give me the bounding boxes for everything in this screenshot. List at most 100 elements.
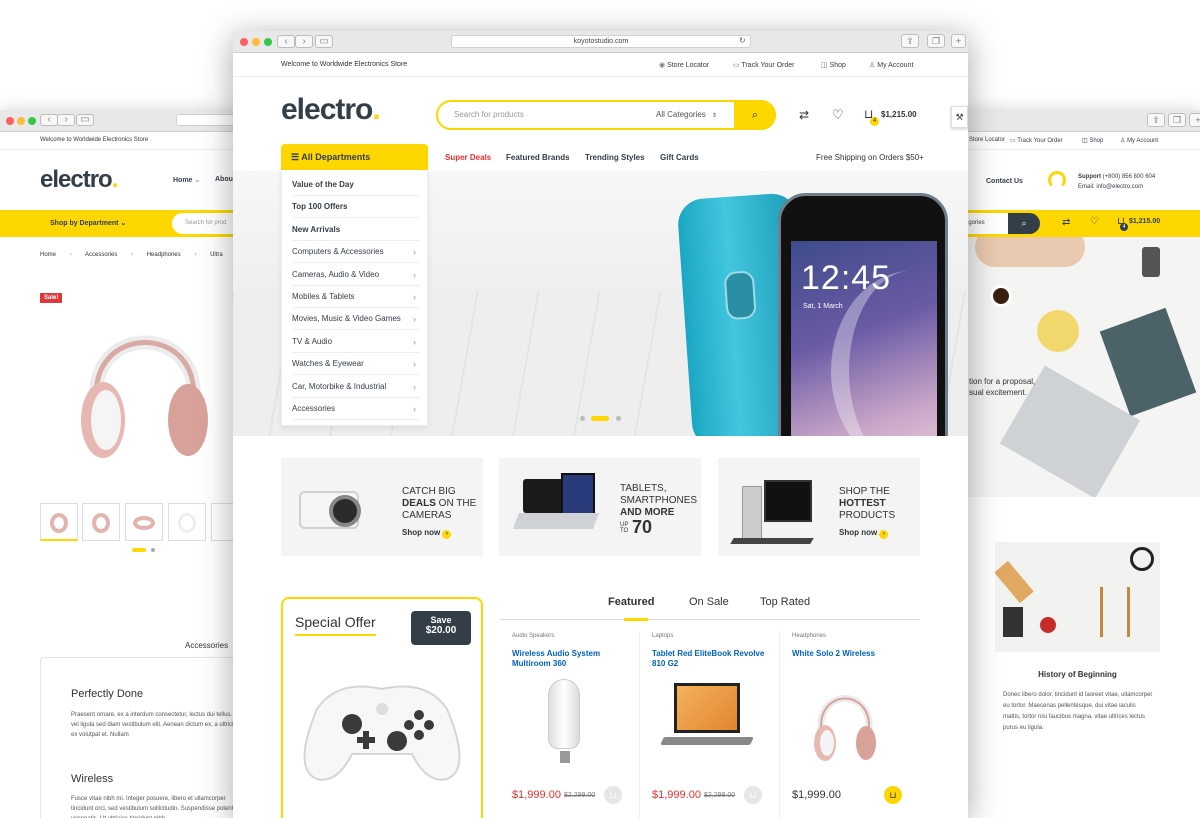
promo-hottest[interactable]: SHOP THE HOTTEST PRODUCTS Shop now ›: [718, 458, 920, 556]
category-item[interactable]: Computers & Accessories ›: [292, 241, 420, 264]
compare-icon[interactable]: ⇄: [799, 108, 809, 122]
product-category[interactable]: Headphones: [792, 633, 826, 639]
product-category[interactable]: Laptops: [652, 633, 673, 639]
track-order-link[interactable]: ▭ Track Your Order: [733, 61, 795, 69]
nav-gift-cards[interactable]: Gift Cards: [660, 153, 699, 162]
logo[interactable]: electro.: [40, 166, 118, 194]
shop-link[interactable]: ◫ Shop: [821, 61, 846, 69]
minimize-dot[interactable]: [17, 117, 25, 125]
add-to-cart-button[interactable]: ⊔: [884, 786, 902, 804]
category-item[interactable]: Watches & Eyewear ›: [292, 353, 420, 376]
slider-dot-active[interactable]: [132, 548, 146, 552]
product-card[interactable]: Headphones White Solo 2 Wireless $1,999.…: [780, 631, 920, 818]
thumbnail[interactable]: [40, 503, 78, 541]
share-icon[interactable]: ⇪: [901, 34, 919, 48]
breadcrumb-headphones[interactable]: Headphones: [147, 252, 181, 258]
slider-dot[interactable]: [151, 548, 155, 552]
nav-contact-us[interactable]: Contact Us: [986, 178, 1023, 185]
sidebar-icon[interactable]: ▭: [315, 35, 333, 48]
store-locator-link[interactable]: Store Locator: [969, 137, 1005, 143]
thumbnail[interactable]: [82, 503, 120, 541]
forward-button[interactable]: ›: [57, 114, 75, 126]
wishlist-icon[interactable]: ♡: [832, 107, 844, 123]
my-account-link[interactable]: ♙ My Account: [1120, 137, 1158, 144]
back-button[interactable]: ‹: [277, 35, 295, 48]
settings-wrench-icon[interactable]: ⚒: [951, 106, 968, 128]
breadcrumb-home[interactable]: Home: [40, 252, 56, 258]
tab-on-sale[interactable]: On Sale: [689, 596, 729, 608]
promo-tablets[interactable]: TABLETS, SMARTPHONES AND MORE UP TO 70: [499, 458, 701, 556]
url-bar[interactable]: koyotostudio.com: [451, 35, 751, 48]
tab-featured[interactable]: Featured: [608, 596, 654, 608]
category-item[interactable]: Value of the Day: [292, 174, 420, 196]
back-button[interactable]: ‹: [40, 114, 58, 126]
slider-dot[interactable]: [616, 416, 621, 421]
my-account-link[interactable]: ♙ My Account: [869, 61, 913, 69]
category-item[interactable]: Mobiles & Tablets ›: [292, 286, 420, 308]
thumbnail[interactable]: [125, 503, 163, 541]
minimize-dot[interactable]: [252, 38, 260, 46]
breadcrumb-current: Ultra: [210, 252, 223, 258]
new-tab-icon[interactable]: +: [1189, 113, 1200, 127]
slider-dot[interactable]: [580, 416, 585, 421]
close-dot[interactable]: [240, 38, 248, 46]
sidebar-icon[interactable]: ▭: [76, 114, 94, 126]
shop-by-department-button[interactable]: Shop by Department ⌄: [50, 219, 126, 227]
promo-cameras[interactable]: CATCH BIG DEALS ON THE CAMERAS Shop now …: [281, 458, 483, 556]
product-name[interactable]: Wireless Audio System Multiroom 360: [512, 649, 627, 669]
nav-trending-styles[interactable]: Trending Styles: [585, 153, 645, 162]
track-order-link[interactable]: ▭ Track Your Order: [1010, 137, 1063, 144]
all-departments-button[interactable]: ☰ All Departments: [281, 144, 428, 170]
category-item[interactable]: Car, Motorbike & Industrial ›: [292, 376, 420, 398]
shop-link[interactable]: ◫ Shop: [1082, 137, 1103, 144]
nav-super-deals[interactable]: Super Deals: [445, 153, 491, 162]
reload-icon[interactable]: ↻: [739, 36, 746, 45]
category-item[interactable]: Movies, Music & Video Games ›: [292, 308, 420, 331]
product-name[interactable]: White Solo 2 Wireless: [792, 649, 907, 659]
slider-dot-active[interactable]: [591, 416, 609, 421]
search-button[interactable]: ⌕: [1008, 213, 1040, 234]
search-input[interactable]: Search for prod: [172, 213, 240, 234]
shop-now-link[interactable]: Shop now ›: [402, 528, 452, 539]
zoom-dot[interactable]: [264, 38, 272, 46]
product-old-price: $2,299.00: [704, 792, 736, 799]
nav-featured-brands[interactable]: Featured Brands: [506, 153, 570, 162]
search-input[interactable]: Search for products: [454, 110, 524, 119]
compare-icon[interactable]: ⇄: [1062, 217, 1070, 228]
logo[interactable]: electro.: [281, 93, 381, 127]
product-card[interactable]: Audio Speakers Wireless Audio System Mul…: [500, 631, 640, 818]
store-locator-link[interactable]: ◉ Store Locator: [659, 61, 709, 69]
product-card[interactable]: Laptops Tablet Red EliteBook Revolve 810…: [640, 631, 780, 818]
nav-home[interactable]: Home ⌄: [173, 176, 200, 184]
category-item[interactable]: Cameras, Audio & Video ›: [292, 264, 420, 286]
nav-about[interactable]: Abou: [215, 176, 233, 183]
new-tab-icon[interactable]: +: [951, 34, 966, 48]
thumbnail[interactable]: [168, 503, 206, 541]
headset-icon: [1048, 171, 1066, 189]
zoom-dot[interactable]: [28, 117, 36, 125]
search-button[interactable]: ⌕: [734, 100, 776, 130]
url-bar[interactable]: [176, 114, 240, 126]
shop-now-link[interactable]: Shop now ›: [839, 528, 889, 539]
breadcrumb-accessories[interactable]: Accessories: [85, 252, 117, 258]
category-item[interactable]: TV & Audio ›: [292, 331, 420, 353]
add-to-cart-button[interactable]: ⊔: [744, 786, 762, 804]
product-category[interactable]: Audio Speakers: [512, 633, 554, 639]
add-to-cart-button[interactable]: ⊔: [604, 786, 622, 804]
category-item[interactable]: New Arrivals: [292, 219, 420, 241]
category-item[interactable]: Top 100 Offers: [292, 196, 420, 219]
product-name[interactable]: Tablet Red EliteBook Revolve 810 G2: [652, 649, 767, 669]
forward-button[interactable]: ›: [295, 35, 313, 48]
tab-top-rated[interactable]: Top Rated: [760, 596, 810, 608]
wishlist-icon[interactable]: ♡: [1090, 216, 1099, 227]
categories-select[interactable]: egories: [961, 213, 1011, 234]
tabs-icon[interactable]: ❐: [1168, 113, 1186, 127]
promo-bold: HOTTEST: [839, 498, 886, 509]
special-offer-box[interactable]: Special Offer Save $20.00: [281, 597, 483, 818]
category-item[interactable]: Accessories ›: [292, 398, 420, 420]
close-dot[interactable]: [6, 117, 14, 125]
tabs-icon[interactable]: ❐: [927, 34, 945, 48]
hand-shape: [975, 237, 1085, 267]
category-select[interactable]: All Categories ⇕: [656, 110, 717, 119]
share-icon[interactable]: ⇪: [1147, 113, 1165, 127]
